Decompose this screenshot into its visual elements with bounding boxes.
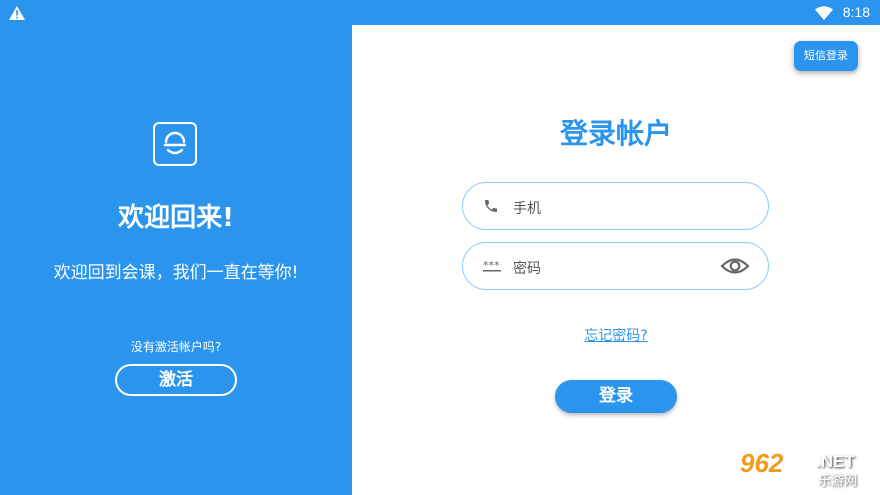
sms-login-button[interactable]: 短信登录 bbox=[794, 41, 858, 71]
status-bar: 8:18 bbox=[0, 0, 880, 25]
forgot-password-link[interactable]: 忘记密码? bbox=[462, 325, 770, 345]
warning-icon bbox=[9, 5, 25, 24]
watermark-logo: 962 .NET 乐游网 bbox=[740, 448, 872, 489]
welcome-title: 欢迎回来! bbox=[118, 203, 234, 233]
password-field[interactable]: *** 密码 bbox=[462, 242, 769, 290]
page-title: 登录帐户 bbox=[559, 117, 672, 150]
password-icon: *** bbox=[483, 258, 501, 278]
phone-icon bbox=[483, 198, 499, 218]
activate-button[interactable]: 激活 bbox=[115, 364, 237, 396]
watermark-domain: .NET bbox=[816, 452, 855, 471]
welcome-panel: 欢迎回来! 欢迎回到会课，我们一直在等你! 没有激活帐户吗? 激活 bbox=[0, 25, 352, 495]
login-button[interactable]: 登录 bbox=[555, 380, 677, 413]
app-logo-icon bbox=[153, 122, 197, 166]
phone-placeholder: 手机 bbox=[513, 201, 541, 217]
password-placeholder: 密码 bbox=[513, 261, 541, 277]
show-password-icon[interactable] bbox=[720, 255, 750, 281]
welcome-subtitle: 欢迎回到会课，我们一直在等你! bbox=[53, 263, 299, 283]
phone-field[interactable]: 手机 bbox=[462, 182, 769, 230]
no-account-text: 没有激活帐户吗? bbox=[130, 340, 222, 354]
status-time: 8:18 bbox=[842, 4, 870, 20]
wifi-icon bbox=[815, 5, 833, 24]
watermark-number: 962 bbox=[740, 448, 784, 478]
watermark-text: 乐游网 bbox=[818, 474, 858, 489]
